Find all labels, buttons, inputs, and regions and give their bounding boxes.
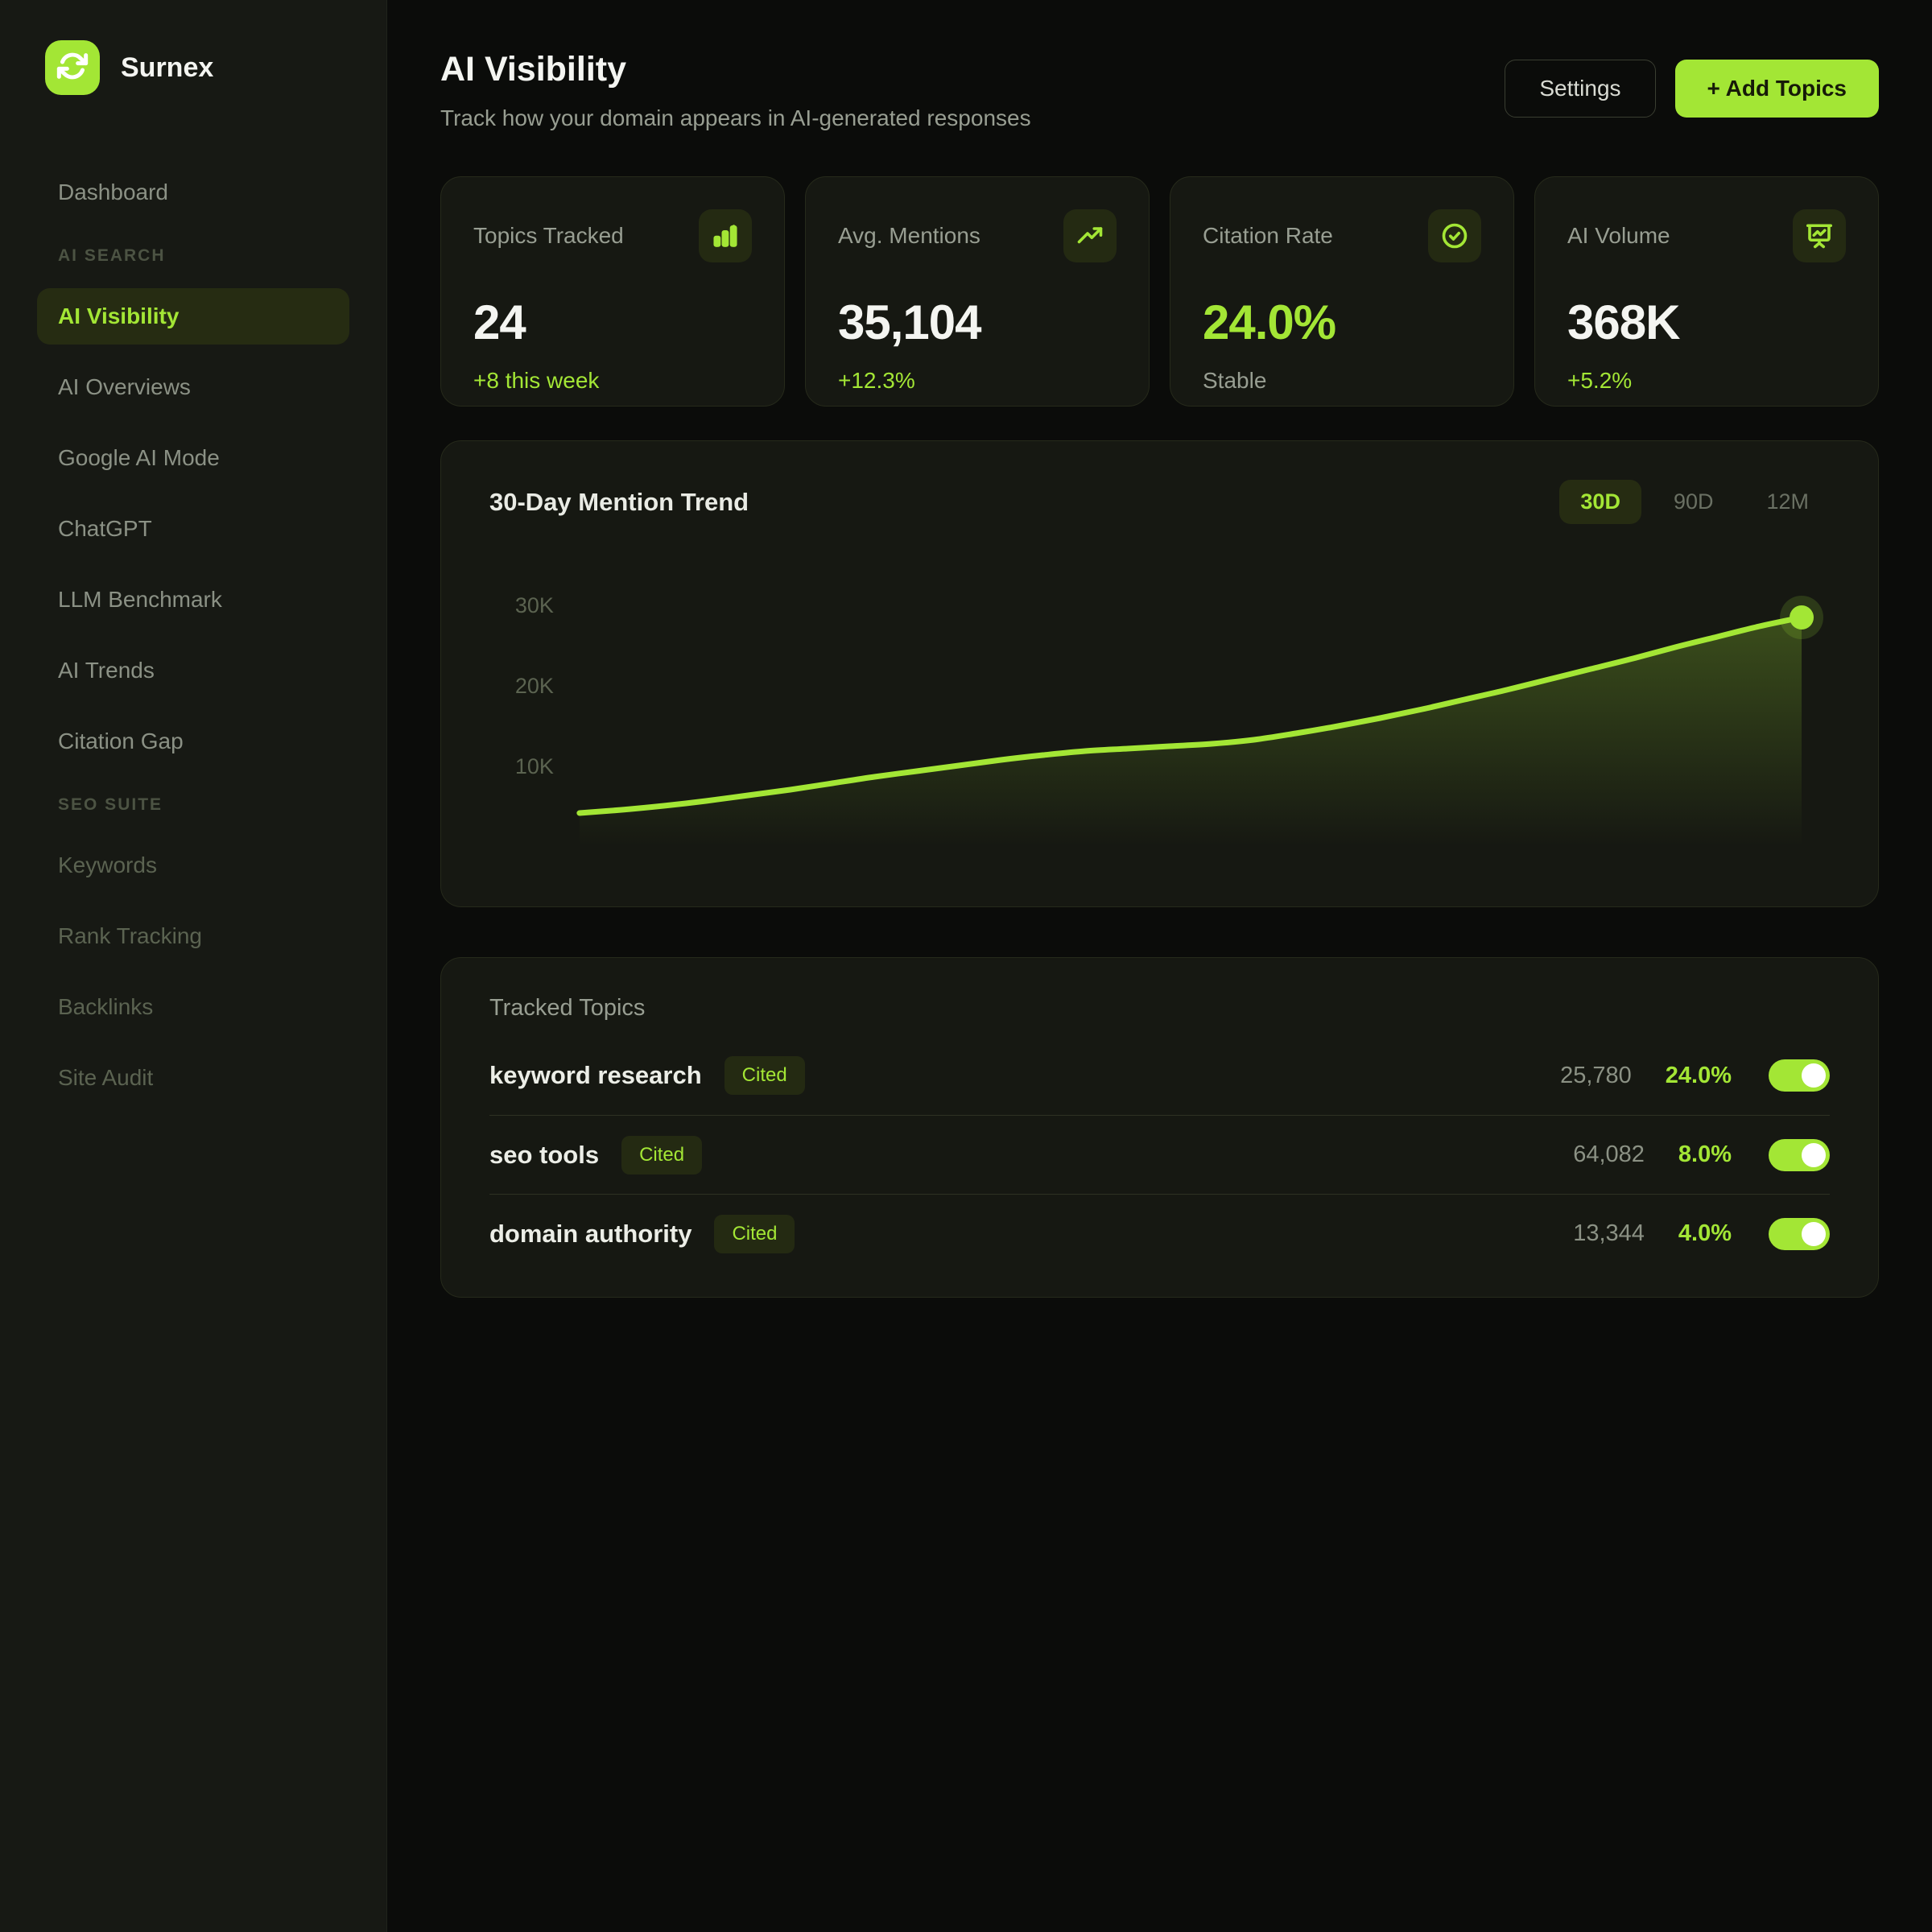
- stat-value: 35,104: [838, 295, 982, 349]
- stat-value: 24.0%: [1203, 295, 1336, 349]
- side-nav: Dashboard AI SEARCH AI Visibility AI Ove…: [0, 164, 386, 1106]
- settings-button[interactable]: Settings: [1505, 60, 1656, 118]
- page-subtitle: Track how your domain appears in AI-gene…: [440, 105, 1031, 130]
- topic-mentions: 64,082: [1573, 1141, 1645, 1167]
- trend-endpoint-dot: [1790, 605, 1814, 630]
- check-circle-icon: [1428, 209, 1481, 262]
- logo-row: Surnex: [0, 0, 386, 95]
- sidebar-item-site-audit[interactable]: Site Audit: [37, 1050, 349, 1106]
- tracked-topics-card: Tracked Topics keyword research Cited 25…: [440, 957, 1879, 1298]
- y-axis-tick-label: 30K: [515, 593, 554, 617]
- stat-delta: +12.3%: [838, 368, 915, 393]
- toggle-knob: [1802, 1221, 1826, 1246]
- main-content: AI Visibility Track how your domain appe…: [387, 0, 1932, 1932]
- stat-delta: +5.2%: [1567, 368, 1633, 393]
- page-title: AI Visibility: [440, 50, 626, 89]
- topic-name: domain authority: [489, 1219, 692, 1248]
- refresh-arrows-icon: [56, 50, 89, 86]
- stat-label: AI Volume: [1567, 223, 1670, 248]
- stat-card-ai-volume: AI Volume 368K +5.2%: [1534, 176, 1879, 407]
- table-row: keyword research Cited 25,780 24.0%: [489, 1036, 1830, 1115]
- sidebar-item-citation-gap[interactable]: Citation Gap: [37, 713, 349, 770]
- range-selector: 30D 90D 12M: [1559, 480, 1830, 524]
- stat-label: Citation Rate: [1203, 223, 1333, 248]
- table-row: seo tools Cited 64,082 8.0%: [489, 1115, 1830, 1194]
- app-name: Surnex: [121, 52, 214, 83]
- topic-toggle[interactable]: [1769, 1138, 1830, 1171]
- bar-chart-icon: [699, 209, 752, 262]
- sidebar-item-rank-tracking[interactable]: Rank Tracking: [37, 908, 349, 964]
- surnex-logo: [45, 40, 100, 95]
- y-axis-tick-label: 10K: [515, 754, 554, 778]
- mention-trend-chart: 10K 20K 30K: [515, 593, 1824, 847]
- presentation-chart-icon: [1793, 209, 1846, 262]
- trend-title: 30-Day Mention Trend: [489, 487, 749, 516]
- tracked-topics-list: keyword research Cited 25,780 24.0% seo …: [489, 1036, 1830, 1273]
- header-actions: Settings + Add Topics: [1505, 60, 1879, 118]
- toggle-knob: [1802, 1142, 1826, 1167]
- tracked-topics-title: Tracked Topics: [489, 995, 646, 1021]
- trending-up-icon: [1063, 209, 1117, 262]
- stat-card-topics-tracked: Topics Tracked 24 +8 this week: [440, 176, 785, 407]
- sidebar-item-ai-trends[interactable]: AI Trends: [37, 642, 349, 699]
- sidebar-item-chatgpt[interactable]: ChatGPT: [37, 501, 349, 557]
- topic-toggle[interactable]: [1769, 1059, 1830, 1092]
- stat-card-citation-rate: Citation Rate 24.0% Stable: [1170, 176, 1514, 407]
- sidebar: Surnex Dashboard AI SEARCH AI Visibility…: [0, 0, 387, 1932]
- add-topics-button[interactable]: + Add Topics: [1674, 60, 1879, 118]
- topic-mentions: 25,780: [1560, 1062, 1632, 1088]
- stat-value: 368K: [1567, 295, 1680, 349]
- topic-name: keyword research: [489, 1061, 702, 1089]
- sidebar-item-ai-overviews[interactable]: AI Overviews: [37, 359, 349, 415]
- stat-label: Avg. Mentions: [838, 223, 980, 248]
- sidebar-item-ai-visibility[interactable]: AI Visibility: [37, 288, 349, 345]
- sidebar-item-dashboard[interactable]: Dashboard: [37, 164, 349, 221]
- topic-rate: 24.0%: [1665, 1062, 1732, 1088]
- sidebar-item-google-ai-mode[interactable]: Google AI Mode: [37, 430, 349, 486]
- page-header: AI Visibility Track how your domain appe…: [440, 50, 1879, 131]
- trend-area: [579, 617, 1802, 847]
- toggle-knob: [1802, 1063, 1826, 1088]
- topic-rate: 8.0%: [1678, 1141, 1732, 1167]
- sidebar-section-seo-suite: SEO SUITE: [58, 795, 163, 814]
- topic-toggle[interactable]: [1769, 1217, 1830, 1250]
- cited-badge: Cited: [724, 1056, 805, 1095]
- cited-badge: Cited: [714, 1214, 795, 1253]
- range-30d-button[interactable]: 30D: [1559, 480, 1641, 524]
- sidebar-item-backlinks[interactable]: Backlinks: [37, 979, 349, 1035]
- topic-mentions: 13,344: [1573, 1220, 1645, 1246]
- stats-row: Topics Tracked 24 +8 this week Avg. Ment…: [440, 176, 1879, 407]
- table-row: domain authority Cited 13,344 4.0%: [489, 1194, 1830, 1273]
- range-90d-button[interactable]: 90D: [1653, 480, 1735, 524]
- sidebar-item-llm-benchmark[interactable]: LLM Benchmark: [37, 572, 349, 628]
- range-12m-button[interactable]: 12M: [1745, 480, 1830, 524]
- topic-rate: 4.0%: [1678, 1220, 1732, 1246]
- stat-label: Topics Tracked: [473, 223, 624, 248]
- stat-delta: Stable: [1203, 368, 1267, 393]
- sidebar-item-keywords[interactable]: Keywords: [37, 837, 349, 894]
- topic-name: seo tools: [489, 1140, 600, 1169]
- cited-badge: Cited: [621, 1135, 703, 1174]
- mention-trend-card: 30-Day Mention Trend 30D 90D 12M 10K 20K 3…: [440, 440, 1879, 907]
- stat-value: 24: [473, 295, 526, 349]
- stat-card-avg-mentions: Avg. Mentions 35,104 +12.3%: [805, 176, 1150, 407]
- y-axis-tick-label: 20K: [515, 674, 554, 698]
- stat-delta: +8 this week: [473, 368, 600, 393]
- sidebar-section-ai-search: AI SEARCH: [58, 246, 166, 265]
